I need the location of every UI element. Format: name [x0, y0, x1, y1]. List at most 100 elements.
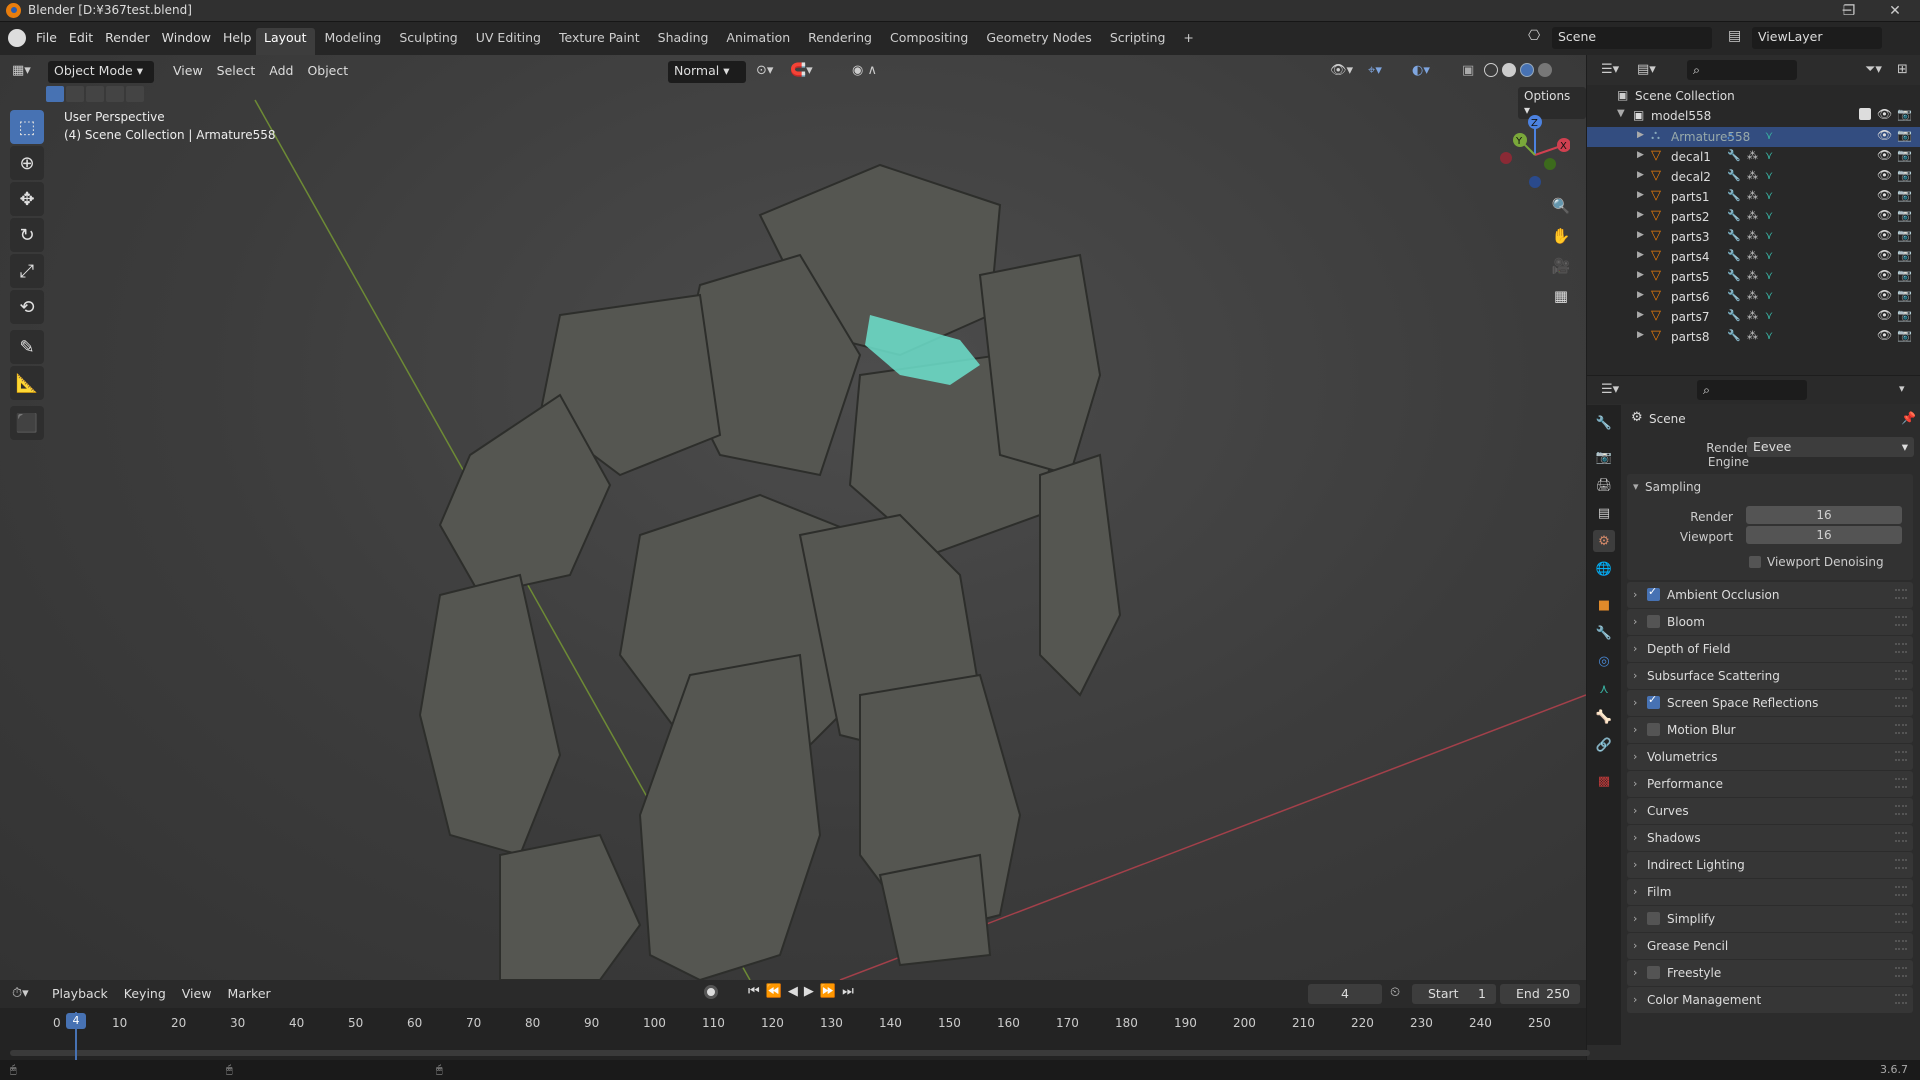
modifier-wrench-icon[interactable]: 🔧 [1727, 149, 1741, 162]
expand-arrow-icon[interactable]: › [1633, 669, 1637, 682]
modifier-wrench-icon[interactable]: 🔧 [1727, 169, 1741, 182]
visibility-icon[interactable]: 👁▾ [1330, 63, 1353, 78]
visibility-eye-icon[interactable]: 👁 [1877, 288, 1892, 302]
add-cube-tool[interactable]: ⬛ [10, 406, 44, 440]
render-camera-icon[interactable]: 📷 [1897, 308, 1912, 322]
outliner-item[interactable]: ▶ ▽ parts1 🔧 ⁂ ⋎ 👁 📷 [1587, 187, 1920, 207]
expand-arrow-icon[interactable]: ▶ [1637, 230, 1644, 240]
visibility-eye-icon[interactable]: 👁 [1877, 148, 1892, 162]
expand-arrow-icon[interactable]: › [1633, 939, 1637, 952]
tool-tab-icon[interactable]: 🔧 [1593, 412, 1615, 434]
pan-hand-icon[interactable]: ✋ [1547, 222, 1575, 250]
modifier-wrench-icon[interactable]: 🔧 [1727, 309, 1741, 322]
render-camera-icon[interactable]: 📷 [1897, 208, 1912, 222]
pivot-point-icon[interactable]: ⊙▾ [756, 63, 773, 78]
timeline-scrollbar[interactable] [10, 1050, 1590, 1056]
timeline-menu-marker[interactable]: Marker [219, 984, 278, 1003]
outliner-item[interactable]: ▶ ▽ parts4 🔧 ⁂ ⋎ 👁 📷 [1587, 247, 1920, 267]
drag-handle[interactable] [1895, 832, 1907, 842]
modifier-wrench-icon[interactable]: 🔧 [1727, 329, 1741, 342]
drag-handle[interactable] [1895, 859, 1907, 869]
collapse-arrow-icon[interactable]: ▾ [1633, 480, 1639, 493]
visibility-eye-icon[interactable]: 👁 [1877, 188, 1892, 202]
drag-handle[interactable] [1895, 994, 1907, 1004]
pose-icon[interactable]: ⛬ [1727, 129, 1735, 143]
viewport-menu-select[interactable]: Select [210, 61, 263, 80]
expand-arrow-icon[interactable]: ▶ [1637, 270, 1644, 280]
proportional-edit-icon[interactable]: ◉ ∧ [852, 63, 877, 78]
current-frame-marker[interactable]: 4 [66, 1013, 86, 1029]
expand-arrow-icon[interactable]: › [1633, 993, 1637, 1006]
visibility-eye-icon[interactable]: 👁 [1877, 228, 1892, 242]
object-data-tab-icon[interactable]: ⋏ [1593, 678, 1615, 700]
constraint-tab-icon[interactable]: 🔗 [1593, 734, 1615, 756]
view-layer-tab-icon[interactable]: ▤ [1593, 502, 1615, 524]
jump-start-icon[interactable]: ⏮ [748, 984, 760, 999]
mesh-data-icon[interactable]: ⋎ [1765, 289, 1773, 302]
mesh-data-icon[interactable]: ⋎ [1765, 129, 1773, 142]
material-shading-icon[interactable] [1520, 63, 1534, 77]
screen-space-reflections-checkbox[interactable] [1647, 693, 1660, 709]
transform-orientation[interactable]: Normal ▾ [668, 61, 746, 83]
render-camera-icon[interactable]: 📷 [1897, 188, 1912, 202]
panel-motion-blur[interactable]: › Motion Blur [1627, 717, 1913, 743]
output-tab-icon[interactable]: 🖨 [1593, 474, 1615, 496]
drag-handle[interactable] [1895, 913, 1907, 923]
cursor-tool[interactable]: ⊕ [10, 146, 44, 180]
viewport-menu-object[interactable]: Object [300, 61, 355, 80]
render-tab-icon[interactable]: 📷 [1593, 446, 1615, 468]
select-new-icon[interactable] [46, 86, 64, 102]
filter-icon[interactable]: ⏷▾ [1865, 62, 1882, 77]
jump-keyframe-forward-icon[interactable]: ⏩ [820, 984, 836, 999]
drag-handle[interactable] [1895, 886, 1907, 896]
modifier-wrench-icon[interactable]: 🔧 [1727, 269, 1741, 282]
drag-handle[interactable] [1895, 751, 1907, 761]
vertex-group-icon[interactable]: ⁂ [1747, 289, 1758, 302]
visibility-eye-icon[interactable]: 👁 [1877, 168, 1892, 182]
expand-arrow-icon[interactable]: › [1633, 588, 1637, 601]
expand-arrow-icon[interactable]: ▶ [1637, 170, 1644, 180]
vertex-group-icon[interactable]: ⁂ [1747, 169, 1758, 182]
scene-selector[interactable]: Scene [1552, 27, 1712, 49]
vertex-group-icon[interactable]: ⁂ [1747, 329, 1758, 342]
expand-arrow-icon[interactable]: ▶ [1637, 250, 1644, 260]
viewport-menu-add[interactable]: Add [262, 61, 300, 80]
editor-type-icon[interactable]: ▦▾ [12, 63, 42, 83]
mesh-data-icon[interactable]: ⋎ [1765, 329, 1773, 342]
vertex-group-icon[interactable]: ⁂ [1747, 249, 1758, 262]
zoom-icon[interactable]: 🔍 [1547, 192, 1575, 220]
outliner-item[interactable]: ▶ ▽ parts8 🔧 ⁂ ⋎ 👁 📷 [1587, 327, 1920, 347]
vertex-group-icon[interactable]: ⁂ [1747, 229, 1758, 242]
panel-film[interactable]: › Film [1627, 879, 1913, 905]
panel-grease-pencil[interactable]: › Grease Pencil [1627, 933, 1913, 959]
expand-arrow-icon[interactable]: › [1633, 723, 1637, 736]
outliner-item[interactable]: ▶ ▽ parts7 🔧 ⁂ ⋎ 👁 📷 [1587, 307, 1920, 327]
mesh-data-icon[interactable]: ⋎ [1765, 309, 1773, 322]
modifier-wrench-icon[interactable]: 🔧 [1727, 289, 1741, 302]
outliner-item[interactable]: ▶ ▽ decal2 🔧 ⁂ ⋎ 👁 📷 [1587, 167, 1920, 187]
modifier-wrench-icon[interactable]: 🔧 [1727, 249, 1741, 262]
ortho-grid-icon[interactable]: ▦ [1547, 282, 1575, 310]
select-intersect-icon[interactable] [126, 86, 144, 102]
motion-blur-checkbox[interactable] [1647, 723, 1660, 736]
drag-handle[interactable] [1895, 670, 1907, 680]
drag-handle[interactable] [1895, 967, 1907, 977]
select-box-tool[interactable]: ⬚ [10, 110, 44, 144]
record-icon[interactable] [704, 985, 718, 999]
visibility-eye-icon[interactable]: 👁 [1877, 208, 1892, 222]
render-camera-icon[interactable]: 📷 [1897, 107, 1912, 121]
object-tab-icon[interactable]: ■ [1593, 594, 1615, 616]
panel-depth-of-field[interactable]: › Depth of Field [1627, 636, 1913, 662]
panel-screen-space-reflections[interactable]: ›Screen Space Reflections [1627, 690, 1913, 716]
camera-view-icon[interactable]: 🎥 [1547, 252, 1575, 280]
drag-handle[interactable] [1895, 778, 1907, 788]
expand-arrow-icon[interactable]: › [1633, 615, 1637, 628]
play-icon[interactable]: ▶ [804, 984, 814, 999]
simplify-checkbox[interactable] [1647, 912, 1660, 925]
mesh-data-icon[interactable]: ⋎ [1765, 169, 1773, 182]
expand-arrow-icon[interactable]: ▶ [1637, 210, 1644, 220]
modifier-wrench-icon[interactable]: 🔧 [1727, 209, 1741, 222]
expand-arrow-icon[interactable]: › [1633, 912, 1637, 925]
new-collection-icon[interactable]: ⊞ [1897, 62, 1908, 77]
render-camera-icon[interactable]: 📷 [1897, 128, 1912, 142]
